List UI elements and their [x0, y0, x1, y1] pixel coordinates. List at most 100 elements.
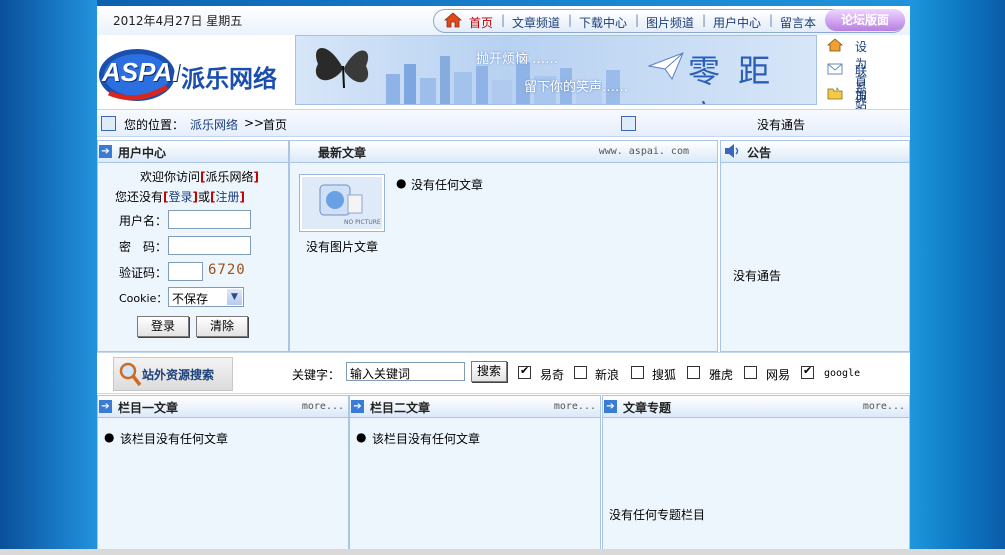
arrow-right-icon: ➔: [604, 400, 617, 413]
breadcrumb-site-link[interactable]: 派乐网络: [190, 116, 238, 133]
external-search-brand: 站外资源搜索: [113, 357, 233, 391]
register-line: 您还没有[登录]或[注册]: [115, 190, 245, 204]
column-two-header: ➔ 栏目二文章 more...: [350, 396, 600, 418]
logo-text: ASPAI: [102, 57, 180, 87]
check-icon: ✔: [803, 364, 813, 377]
topics-header: ➔ 文章专题 more...: [603, 396, 909, 418]
topics-empty: 没有任何专题栏目: [609, 508, 706, 522]
engine-label-google: google: [824, 368, 861, 379]
banner-line-1: 抛开烦恼 ……: [476, 52, 559, 67]
welcome-line: 欢迎你访问[派乐网络]: [140, 170, 259, 184]
nav-downloads[interactable]: 下载中心: [579, 14, 627, 31]
nav-separator: |: [769, 13, 774, 27]
bullet: ●: [356, 430, 367, 444]
engine-label-sina: 新浪: [595, 368, 620, 382]
arrow-right-icon: ➔: [99, 145, 112, 158]
nav-separator: |: [501, 13, 506, 27]
no-picture-caption: 没有图片文章: [306, 240, 379, 254]
top-bar: 2012年4月27日 星期五 首页 | 文章频道 | 下载中心 | 图片频道 |…: [97, 6, 910, 35]
nav-pictures[interactable]: 图片频道: [646, 14, 694, 31]
latest-articles-panel: 最新文章 www. aspai. com NO PICTURE 没有图片文章 ●…: [289, 140, 718, 352]
announcement-panel: 公告 没有通告: [720, 140, 910, 352]
keyword-input[interactable]: 输入关键词: [346, 362, 465, 381]
user-center-title: 用户中心: [118, 146, 167, 160]
engine-checkbox-yiqi[interactable]: ✔: [518, 364, 531, 379]
username-input[interactable]: [168, 210, 251, 229]
keyword-label: 关键字：: [292, 368, 341, 382]
announcement-text: 没有通告: [733, 269, 782, 283]
captcha-image: 6720: [208, 262, 246, 278]
column-two-empty: 该栏目没有任何文章: [372, 432, 481, 446]
topics-title: 文章专题: [623, 401, 672, 415]
cookie-select[interactable]: 不保存 ▼: [168, 287, 244, 307]
check-icon: ✔: [520, 364, 530, 377]
banner-title: 零 距 离: [688, 52, 775, 104]
search-button[interactable]: 搜索: [471, 361, 507, 382]
location-bar: 您的位置： 派乐网络 >> 首页 没有通告: [97, 109, 910, 137]
engine-checkbox-netease[interactable]: [744, 366, 757, 379]
welcome-prefix: 欢迎你访问: [140, 170, 201, 184]
nav-forum-button[interactable]: 论坛版面: [825, 9, 905, 31]
engine-label-sohu: 搜狐: [652, 368, 677, 382]
login-button[interactable]: 登录: [137, 316, 189, 337]
password-label: 密 码：: [119, 240, 168, 254]
speaker-icon: [723, 143, 741, 162]
magnifier-icon: [118, 360, 142, 391]
nav-articles[interactable]: 文章频道: [512, 14, 560, 31]
nav-separator: |: [702, 13, 707, 27]
envelope-icon: [827, 62, 843, 76]
site-logo[interactable]: ASPAI 派乐网络: [97, 35, 293, 107]
main-nav: 首页 | 文章频道 | 下载中心 | 图片频道 | 用户中心 | 留言本 论坛版…: [433, 9, 905, 33]
column-two-panel: ➔ 栏目二文章 more... ● 该栏目没有任何文章: [349, 395, 601, 553]
engine-checkbox-sina[interactable]: [574, 366, 587, 379]
arrow-right-icon: ➔: [99, 400, 112, 413]
folder-icon: [827, 86, 843, 100]
welcome-site: 派乐网络: [205, 170, 254, 184]
nav-separator: |: [635, 13, 640, 27]
external-search-title: 站外资源搜索: [142, 368, 215, 382]
user-center-header: ➔ 用户中心: [98, 141, 288, 163]
nav-home[interactable]: 首页: [469, 14, 493, 31]
notice-text: 没有通告: [757, 118, 806, 132]
engine-label-yahoo: 雅虎: [709, 368, 734, 382]
paper-plane-icon: [647, 52, 684, 83]
engine-checkbox-yahoo[interactable]: [687, 366, 700, 379]
latest-articles-title: 最新文章: [318, 146, 367, 160]
nav-user-center[interactable]: 用户中心: [713, 14, 761, 31]
keyword-input-value: 输入关键词: [350, 367, 411, 381]
no-account-text: 您还没有: [115, 190, 164, 204]
captcha-input[interactable]: [168, 262, 203, 281]
house-icon: [826, 38, 844, 52]
column-one-more-link[interactable]: more...: [302, 401, 344, 412]
clear-button[interactable]: 清除: [196, 316, 248, 337]
or-text: 或: [198, 190, 211, 204]
announcement-header: 公告: [721, 141, 909, 163]
engine-label-netease: 网易: [766, 368, 791, 382]
banner-line-2: 留下你的笑声……: [524, 80, 629, 95]
site-url: www. aspai. com: [598, 146, 689, 157]
bullet: ●: [104, 430, 115, 444]
column-two-more-link[interactable]: more...: [554, 401, 596, 412]
breadcrumb-separator: >>: [244, 116, 265, 130]
bullet: ●: [396, 176, 407, 190]
no-picture-thumbnail[interactable]: NO PICTURE: [299, 174, 385, 232]
nav-guestbook[interactable]: 留言本: [780, 14, 816, 31]
login-link[interactable]: 登录: [169, 190, 193, 204]
latest-articles-header: 最新文章 www. aspai. com: [290, 141, 717, 163]
column-one-empty: 该栏目没有任何文章: [120, 432, 229, 446]
notice-icon: [621, 116, 636, 131]
topics-more-link[interactable]: more...: [863, 401, 905, 412]
password-input[interactable]: [168, 236, 251, 255]
no-picture-badge: NO PICTURE: [344, 219, 381, 226]
register-link[interactable]: 注册: [216, 190, 240, 204]
engine-label-yiqi: 易奇: [540, 368, 565, 382]
arrow-right-icon: ➔: [351, 400, 364, 413]
breadcrumb-current: 首页: [263, 118, 288, 132]
nav-separator: |: [568, 13, 573, 27]
announcement-title: 公告: [747, 146, 772, 160]
current-date: 2012年4月27日 星期五: [113, 14, 243, 28]
captcha-label: 验证码：: [119, 266, 168, 280]
cookie-selected-value: 不保存: [172, 292, 209, 306]
engine-checkbox-sohu[interactable]: [631, 366, 644, 379]
engine-checkbox-google[interactable]: ✔: [801, 364, 814, 379]
